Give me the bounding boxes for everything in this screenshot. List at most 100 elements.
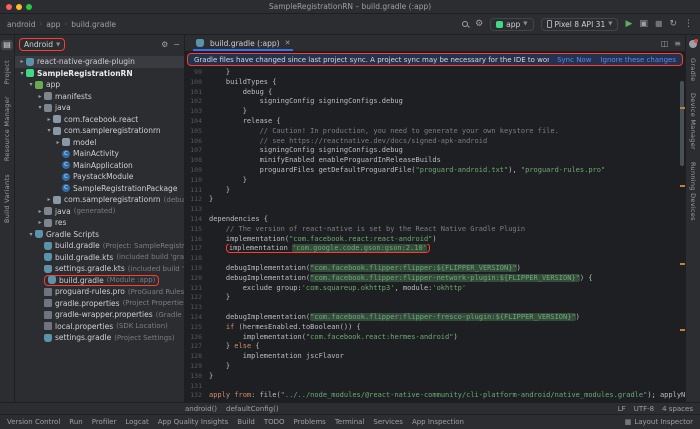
- panel-settings-gear-icon[interactable]: ⚙: [161, 40, 168, 49]
- ignore-these-changes-link[interactable]: Ignore these changes: [600, 56, 676, 64]
- split-editor-icon[interactable]: ◫: [661, 39, 669, 48]
- project-view-selector[interactable]: Android ▼: [19, 38, 65, 51]
- tree-item-gradle-scripts[interactable]: ▾Gradle Scripts: [15, 229, 184, 241]
- tree-item-react-native-gradle-plugin[interactable]: ▸react-native-gradle-plugin: [15, 56, 184, 68]
- tree-item-model[interactable]: ▸model: [15, 137, 184, 149]
- tree-item-build-gradle-kts[interactable]: build.gradle.kts(included build 'gradle-…: [15, 252, 184, 264]
- line-number: 114: [185, 215, 209, 225]
- more-options-icon[interactable]: ⋮: [684, 20, 693, 29]
- tree-item-com-facebook-react[interactable]: ▸com.facebook.react: [15, 114, 184, 126]
- close-window-button[interactable]: [6, 4, 12, 10]
- minimize-window-button[interactable]: [16, 4, 22, 10]
- tool-window-button-gradle[interactable]: Gradle: [689, 58, 697, 81]
- zoom-window-button[interactable]: [26, 4, 32, 10]
- file-icon: [44, 288, 52, 296]
- tree-item-gradle-wrapper-properties[interactable]: gradle-wrapper.properties(Gradle Version…: [15, 309, 184, 321]
- tree-item-mainactivity[interactable]: CMainActivity: [15, 148, 184, 160]
- code-line: 131: [185, 382, 685, 392]
- tree-item-java[interactable]: ▸java(generated): [15, 206, 184, 218]
- tool-window-button-version-control[interactable]: Version Control: [7, 418, 60, 426]
- settings-gear-icon[interactable]: ⚙: [475, 20, 483, 29]
- tool-window-button-build[interactable]: Build: [237, 418, 255, 426]
- collapse-panel-icon[interactable]: −: [173, 40, 180, 49]
- tool-window-button-services[interactable]: Services: [373, 418, 403, 426]
- tree-item-gradle-properties[interactable]: gradle.properties(Project Properties): [15, 298, 184, 310]
- tool-window-button-running-devices[interactable]: Running Devices: [689, 162, 697, 221]
- tool-window-button-app-quality-insights[interactable]: App Quality Insights: [158, 418, 229, 426]
- status-4-spaces[interactable]: 4 spaces: [662, 405, 693, 413]
- tool-window-button-terminal[interactable]: Terminal: [335, 418, 365, 426]
- code-line: 101 debug {: [185, 88, 685, 98]
- tree-item-settings-gradle-kts[interactable]: settings.gradle.kts(included build 'grad…: [15, 263, 184, 275]
- line-number: 118: [185, 254, 209, 264]
- tree-item-build-gradle[interactable]: build.gradle(Module :app): [15, 275, 184, 287]
- code-editor[interactable]: 99 }100 buildTypes {101 debug {102 signi…: [185, 67, 685, 402]
- project-tool-icon[interactable]: ▤: [1, 40, 13, 50]
- navbar-item-android[interactable]: android: [7, 20, 35, 29]
- navbar-item-app[interactable]: app: [46, 20, 60, 29]
- tree-item-sampleregistrationpackage[interactable]: CSampleRegistrationPackage: [15, 183, 184, 195]
- debug-button[interactable]: ▣: [639, 20, 648, 29]
- tool-window-button-profiler[interactable]: Profiler: [92, 418, 117, 426]
- close-tab-icon[interactable]: ✕: [285, 39, 291, 47]
- editor-tab-bar: build.gradle (:app) ✕ ◫ ≡: [185, 35, 685, 52]
- navbar-item-build-gradle[interactable]: build.gradle: [71, 20, 116, 29]
- editor-scrollbar[interactable]: [678, 67, 685, 402]
- folder-icon: [44, 207, 52, 215]
- sync-gradle-icon[interactable]: ↻: [669, 20, 677, 29]
- file-icon: [44, 322, 52, 330]
- tool-window-button-run[interactable]: Run: [69, 418, 82, 426]
- code-text: }: [209, 362, 685, 372]
- tree-item-mainapplication[interactable]: CMainApplication: [15, 160, 184, 172]
- tool-window-button-device-manager[interactable]: Device Manager: [689, 93, 697, 150]
- scrollbar-thumb[interactable]: [680, 81, 684, 166]
- tool-window-button-app-inspection[interactable]: App Inspection: [412, 418, 464, 426]
- run-configuration-selector[interactable]: app ▼: [490, 18, 533, 31]
- tree-item-build-gradle[interactable]: build.gradle(Project: SampleRegistration…: [15, 240, 184, 252]
- code-line: 109 proguardFiles getDefaultProguardFile…: [185, 166, 685, 176]
- layout-inspector-button[interactable]: ▦ Layout Inspector: [625, 418, 693, 426]
- class-icon: C: [62, 161, 70, 169]
- device-selector[interactable]: Pixel 8 API 31 ▼: [541, 18, 619, 31]
- tree-item-paystackmodule[interactable]: CPaystackModule: [15, 171, 184, 183]
- search-icon[interactable]: [462, 21, 468, 27]
- tree-item-sampleregistrationrn[interactable]: ▾SampleRegistrationRN: [15, 68, 184, 80]
- tree-item-settings-gradle[interactable]: settings.gradle(Project Settings): [15, 332, 184, 344]
- tree-item-res[interactable]: ▸res: [15, 217, 184, 229]
- code-line: 123: [185, 303, 685, 313]
- code-line: 121 exclude group:'com.squareup.okhttp3'…: [185, 284, 685, 294]
- stop-button[interactable]: ■: [655, 20, 663, 28]
- status-lf[interactable]: LF: [618, 405, 626, 413]
- tool-window-button-problems[interactable]: Problems: [294, 418, 326, 426]
- tool-window-button-build-variants[interactable]: Build Variants: [3, 174, 11, 223]
- breadcrumb-defaultconfig[interactable]: defaultConfig(): [226, 405, 279, 413]
- editor-menu-icon[interactable]: ≡: [674, 39, 681, 48]
- code-line: 113: [185, 205, 685, 215]
- tree-item-app[interactable]: ▾app: [15, 79, 184, 91]
- tree-item-local-properties[interactable]: local.properties(SDK Location): [15, 321, 184, 333]
- tree-item-com-sampleregistrationrn[interactable]: ▸com.sampleregistrationrn(debug): [15, 194, 184, 206]
- left-tool-rail: ▤ Project Resource Manager Build Variants: [0, 35, 15, 402]
- tree-item-label: PaystackModule: [73, 172, 133, 181]
- breadcrumb-separator: ›: [39, 20, 42, 28]
- breadcrumb-android[interactable]: android(): [185, 405, 217, 413]
- run-button[interactable]: ▶: [625, 20, 632, 29]
- notifications-bell-icon[interactable]: [689, 40, 697, 48]
- status-utf-8[interactable]: UTF-8: [634, 405, 654, 413]
- tab-build-gradle-app[interactable]: build.gradle (:app) ✕: [189, 35, 297, 51]
- layout-inspector-icon: ▦: [625, 418, 632, 426]
- tool-window-button-todo[interactable]: TODO: [264, 418, 285, 426]
- tool-window-button-project[interactable]: Project: [3, 60, 11, 84]
- window-controls: [6, 4, 32, 10]
- tree-item-proguard-rules-pro[interactable]: proguard-rules.pro(ProGuard Rules for ":…: [15, 286, 184, 298]
- project-tree: ▸react-native-gradle-plugin▾SampleRegist…: [15, 54, 184, 402]
- code-text: debugImplementation("com.facebook.flippe…: [209, 264, 685, 274]
- tool-window-button-logcat[interactable]: Logcat: [125, 418, 148, 426]
- tree-item-com-sampleregistrationrn[interactable]: ▾com.sampleregistrationrn: [15, 125, 184, 137]
- tool-window-button-resource-manager[interactable]: Resource Manager: [3, 96, 11, 161]
- sync-now-link[interactable]: Sync Now: [557, 56, 591, 64]
- package-icon: [53, 127, 61, 135]
- tree-item-manifests[interactable]: ▸manifests: [15, 91, 184, 103]
- code-text: implementation("com.facebook.react:react…: [209, 235, 685, 245]
- tree-item-java[interactable]: ▾java: [15, 102, 184, 114]
